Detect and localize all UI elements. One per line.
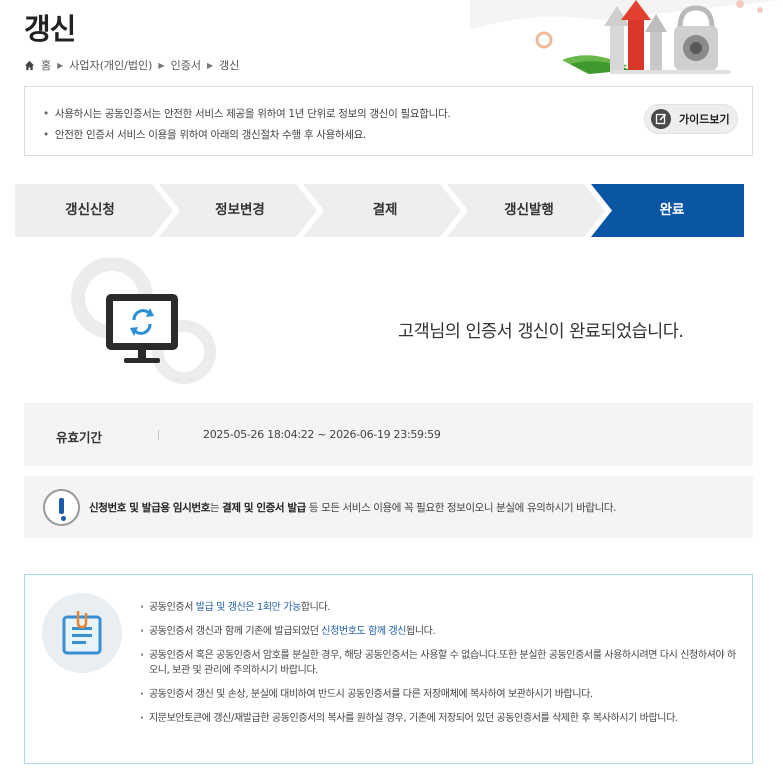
page-title: 갱신 <box>24 12 76 46</box>
validity-box: 유효기간 2025-05-26 18:04:22 ~ 2026-06-19 23… <box>24 403 753 466</box>
certificate-lock-illustration-icon <box>470 0 783 74</box>
warning-text-bold: 신청번호 및 발급용 임시번호 <box>89 502 210 514</box>
monitor-refresh-icon <box>71 258 216 384</box>
info-item: 공동인증서 갱신과 함께 기존에 발급되었던 신청번호도 함께 갱신됩니다. <box>140 624 740 639</box>
guide-button[interactable]: 가이드보기 <box>644 104 738 134</box>
exclamation-icon <box>43 489 80 526</box>
step-complete: 완료 <box>659 202 685 218</box>
warning-text: 신청번호 및 발급용 임시번호는 결제 및 인증서 발급 등 모든 서비스 이용… <box>89 500 616 515</box>
breadcrumb-home[interactable]: 홈 <box>41 57 51 73</box>
validity-value: 2025-05-26 18:04:22 ~ 2026-06-19 23:59:5… <box>203 428 441 441</box>
breadcrumb-separator-icon: ▶ <box>206 60 214 70</box>
notice-item: 안전한 인증서 서비스 이용을 위하여 아래의 갱신절차 수행 후 사용하세요. <box>43 125 450 146</box>
warning-text-plain: 는 <box>209 502 223 514</box>
info-highlight: 발급 및 갱신은 1회만 가능 <box>195 602 301 613</box>
clipboard-icon-wrap <box>42 593 122 673</box>
breadcrumb-item-renewal: 갱신 <box>219 59 240 72</box>
step-info-change: 정보변경 <box>215 202 265 218</box>
validity-label: 유효기간 <box>56 430 103 445</box>
home-icon[interactable] <box>24 60 35 71</box>
info-item: 지문보안토큰에 갱신/재발급한 공동인증서의 복사를 원하실 경우, 기존에 저… <box>140 711 740 726</box>
hero-illustration <box>470 0 783 78</box>
info-box: 공동인증서 발급 및 갱신은 1회만 가능합니다. 공동인증서 갱신과 함께 기… <box>24 574 753 764</box>
notice-box: 사용하시는 공동인증서는 안전한 서비스 제공을 위하여 1년 단위로 정보의 … <box>24 86 753 156</box>
complete-area: 고객님의 인증서 갱신이 완료되었습니다. <box>24 258 753 388</box>
complete-message: 고객님의 인증서 갱신이 완료되었습니다. <box>398 322 684 342</box>
validity-divider <box>158 430 159 440</box>
breadcrumb: 홈 ▶ 사업자(개인/법인) ▶ 인증서 ▶ 갱신 <box>24 57 239 73</box>
info-list: 공동인증서 발급 및 갱신은 1회만 가능합니다. 공동인증서 갱신과 함께 기… <box>140 600 740 735</box>
step-progress: 갱신신청 정보변경 결제 갱신발행 완료 <box>15 184 744 237</box>
breadcrumb-separator-icon: ▶ <box>158 60 165 70</box>
notice-item: 사용하시는 공동인증서는 안전한 서비스 제공을 위하여 1년 단위로 정보의 … <box>43 104 451 125</box>
info-item: 공동인증서 혹은 공동인증서 암호를 분실한 경우, 해당 공동인증서는 사용할… <box>140 648 740 678</box>
info-highlight: 신청번호도 함께 갱신 <box>321 626 407 637</box>
step-payment: 결제 <box>372 202 398 218</box>
breadcrumb-item-certificate[interactable]: 인증서 <box>171 57 201 73</box>
step-renewal-request: 갱신신청 <box>65 202 115 218</box>
warning-text-plain: 등 모든 서비스 이용에 꼭 필요한 정보이오니 분실에 유의하시기 바랍니다. <box>305 502 617 514</box>
info-item: 공동인증서 갱신 및 손상, 분실에 대비하여 반드시 공동인증서를 다른 저장… <box>140 687 740 702</box>
notice-list: 사용하시는 공동인증서는 안전한 서비스 제공을 위하여 1년 단위로 정보의 … <box>43 104 451 146</box>
step-issuance: 갱신발행 <box>504 202 554 218</box>
breadcrumb-separator-icon: ▶ <box>57 60 64 70</box>
info-item: 공동인증서 발급 및 갱신은 1회만 가능합니다. <box>140 600 740 615</box>
document-edit-icon <box>651 109 671 129</box>
guide-button-label: 가이드보기 <box>679 113 730 126</box>
warning-text-bold: 결제 및 인증서 발급 <box>222 502 306 514</box>
breadcrumb-item-business[interactable]: 사업자(개인/법인) <box>69 57 152 73</box>
warning-box: 신청번호 및 발급용 임시번호는 결제 및 인증서 발급 등 모든 서비스 이용… <box>24 476 753 538</box>
clipboard-icon <box>62 611 102 655</box>
